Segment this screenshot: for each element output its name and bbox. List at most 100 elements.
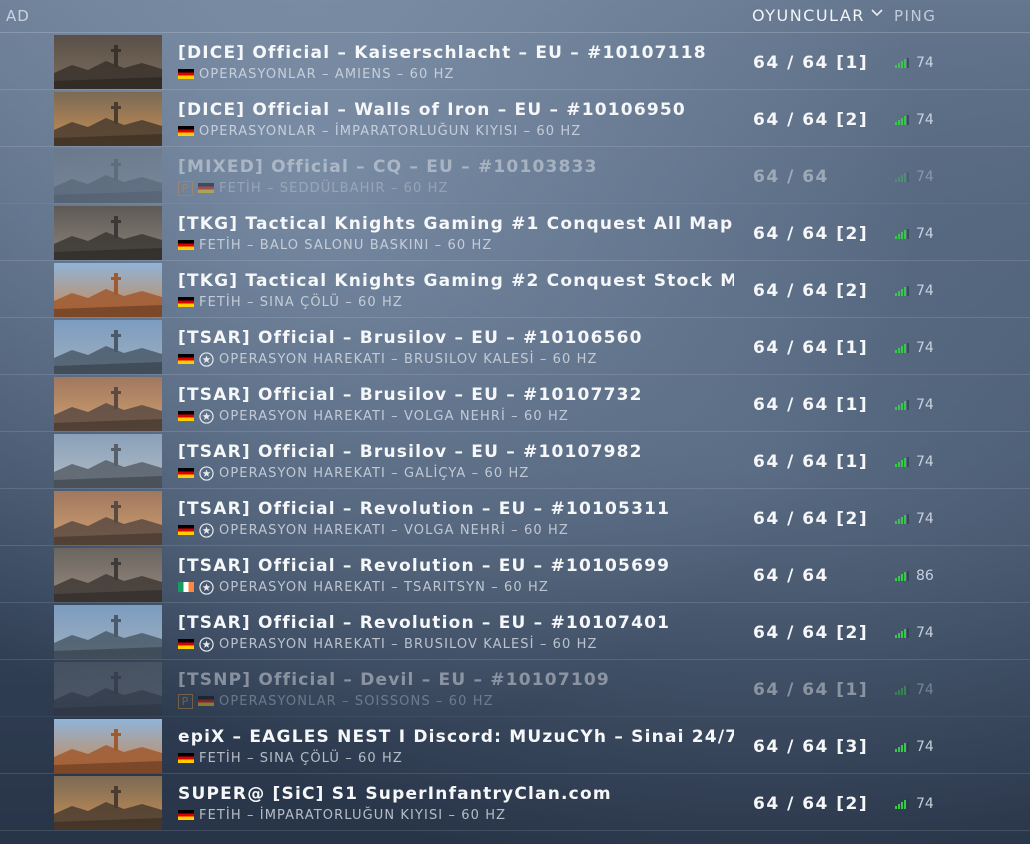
server-mode-map-text: FETİH – BALO SALONU BASKINI – 60 HZ bbox=[199, 237, 493, 253]
server-details: OPERASYON HAREKATI – TSARITSYN – 60 HZ bbox=[178, 579, 549, 595]
country-flag-icon bbox=[198, 183, 214, 193]
ping-indicator: 74 bbox=[895, 454, 934, 470]
server-title: [TKG] Tactical Knights Gaming #2 Conques… bbox=[178, 271, 734, 291]
chevron-down-icon bbox=[871, 8, 883, 16]
server-details: P FETİH – SEDDÜLBAHIR – 60 HZ bbox=[178, 180, 449, 196]
ping-indicator: 74 bbox=[895, 112, 934, 128]
star-badge-icon bbox=[199, 465, 214, 481]
country-flag-icon bbox=[178, 297, 194, 307]
player-count: 64 / 64 bbox=[753, 566, 829, 586]
player-count: 64 / 64 [2] bbox=[753, 509, 869, 529]
server-title: [TSNP] Official – Devil – EU – #10107109 bbox=[178, 670, 610, 690]
signal-bars-icon bbox=[895, 457, 909, 467]
ping-indicator: 74 bbox=[895, 682, 934, 698]
server-title: [TSAR] Official – Revolution – EU – #101… bbox=[178, 613, 671, 633]
country-flag-icon bbox=[178, 69, 194, 79]
signal-bars-icon bbox=[895, 628, 909, 638]
server-title: [TSAR] Official – Revolution – EU – #101… bbox=[178, 556, 671, 576]
server-title: [DICE] Official – Walls of Iron – EU – #… bbox=[178, 100, 686, 120]
signal-bars-icon bbox=[895, 172, 909, 182]
private-badge-icon: P bbox=[178, 180, 193, 196]
map-thumbnail bbox=[54, 263, 162, 317]
server-mode-map-text: FETİH – SEDDÜLBAHIR – 60 HZ bbox=[219, 180, 449, 196]
ping-indicator: 86 bbox=[895, 568, 934, 584]
ping-value: 74 bbox=[916, 55, 934, 71]
ping-indicator: 74 bbox=[895, 397, 934, 413]
country-flag-icon bbox=[178, 240, 194, 250]
player-count: 64 / 64 [2] bbox=[753, 224, 869, 244]
country-flag-icon bbox=[198, 696, 214, 706]
country-flag-icon bbox=[178, 810, 194, 820]
map-thumbnail bbox=[54, 206, 162, 260]
player-count: 64 / 64 [2] bbox=[753, 281, 869, 301]
ping-value: 86 bbox=[916, 568, 934, 584]
ping-value: 74 bbox=[916, 454, 934, 470]
server-details: FETİH – BALO SALONU BASKINI – 60 HZ bbox=[178, 237, 492, 253]
server-row[interactable]: [MIXED] Official – CQ – EU – #10103833 P F… bbox=[0, 147, 1030, 204]
column-players-header[interactable]: OYUNCULAR bbox=[752, 6, 883, 25]
signal-bars-icon bbox=[895, 115, 909, 125]
server-title: [DICE] Official – Kaiserschlacht – EU – … bbox=[178, 43, 707, 63]
server-row[interactable]: [TSAR] Official – Brusilov – EU – #10107… bbox=[0, 375, 1030, 432]
server-row[interactable]: [TSAR] Official – Revolution – EU – #101… bbox=[0, 489, 1030, 546]
ping-value: 74 bbox=[916, 739, 934, 755]
player-count: 64 / 64 [2] bbox=[753, 794, 869, 814]
column-ping-header[interactable]: PING bbox=[894, 7, 936, 25]
server-row[interactable]: [TKG] Tactical Knights Gaming #2 Conques… bbox=[0, 261, 1030, 318]
ping-value: 74 bbox=[916, 682, 934, 698]
signal-bars-icon bbox=[895, 799, 909, 809]
star-badge-icon bbox=[199, 351, 214, 367]
ping-indicator: 74 bbox=[895, 226, 934, 242]
map-thumbnail bbox=[54, 662, 162, 716]
server-row[interactable]: [TSAR] Official – Revolution – EU – #101… bbox=[0, 546, 1030, 603]
ping-value: 74 bbox=[916, 397, 934, 413]
star-badge-icon bbox=[199, 522, 214, 538]
server-details: P OPERASYONLAR – SOISSONS – 60 HZ bbox=[178, 693, 494, 709]
signal-bars-icon bbox=[895, 685, 909, 695]
server-details: OPERASYONLAR – İMPARATORLUĞUN KIYISI – 6… bbox=[178, 123, 581, 139]
server-row[interactable]: [DICE] Official – Kaiserschlacht – EU – … bbox=[0, 33, 1030, 90]
server-row[interactable]: [TSAR] Official – Brusilov – EU – #10107… bbox=[0, 432, 1030, 489]
private-badge-icon: P bbox=[178, 693, 193, 709]
star-badge-icon bbox=[199, 636, 214, 652]
map-thumbnail bbox=[54, 35, 162, 89]
server-details: OPERASYONLAR – AMIENS – 60 HZ bbox=[178, 66, 455, 82]
ping-indicator: 74 bbox=[895, 283, 934, 299]
server-mode-map-text: OPERASYON HAREKATI – VOLGA NEHRİ – 60 HZ bbox=[219, 522, 569, 538]
server-row[interactable]: [DICE] Official – Walls of Iron – EU – #… bbox=[0, 90, 1030, 147]
server-row[interactable]: [TSAR] Official – Brusilov – EU – #10106… bbox=[0, 318, 1030, 375]
country-flag-icon bbox=[178, 753, 194, 763]
player-count: 64 / 64 [2] bbox=[753, 110, 869, 130]
server-row[interactable]: SUPER@ [SiC] S1 SuperInfantryClan.com FET… bbox=[0, 774, 1030, 831]
star-badge-icon bbox=[199, 579, 214, 595]
map-thumbnail bbox=[54, 491, 162, 545]
ping-indicator: 74 bbox=[895, 55, 934, 71]
server-mode-map-text: OPERASYONLAR – İMPARATORLUĞUN KIYISI – 6… bbox=[199, 123, 582, 139]
ping-value: 74 bbox=[916, 340, 934, 356]
ping-value: 74 bbox=[916, 283, 934, 299]
ping-value: 74 bbox=[916, 226, 934, 242]
player-count: 64 / 64 [1] bbox=[753, 53, 869, 73]
server-title: [TSAR] Official – Revolution – EU – #101… bbox=[178, 499, 671, 519]
country-flag-icon bbox=[178, 126, 194, 136]
map-thumbnail bbox=[54, 377, 162, 431]
server-mode-map-text: OPERASYONLAR – AMIENS – 60 HZ bbox=[199, 66, 455, 82]
signal-bars-icon bbox=[895, 400, 909, 410]
ping-value: 74 bbox=[916, 511, 934, 527]
column-name-header[interactable]: AD bbox=[6, 7, 30, 25]
server-title: epiX – EAGLES NEST I Discord: MUzuCYh – … bbox=[178, 727, 734, 747]
map-thumbnail bbox=[54, 776, 162, 830]
server-row[interactable]: [TSNP] Official – Devil – EU – #10107109… bbox=[0, 660, 1030, 717]
player-count: 64 / 64 [1] bbox=[753, 395, 869, 415]
player-count: 64 / 64 [3] bbox=[753, 737, 869, 757]
map-thumbnail bbox=[54, 548, 162, 602]
country-flag-icon bbox=[178, 411, 194, 421]
server-row[interactable]: [TKG] Tactical Knights Gaming #1 Conques… bbox=[0, 204, 1030, 261]
server-details: OPERASYON HAREKATI – GALİÇYA – 60 HZ bbox=[178, 465, 529, 481]
server-mode-map-text: FETİH – SINA ÇÖLÜ – 60 HZ bbox=[199, 750, 403, 766]
map-thumbnail bbox=[54, 434, 162, 488]
server-row[interactable]: [TSAR] Official – Revolution – EU – #101… bbox=[0, 603, 1030, 660]
server-mode-map-text: FETİH – SINA ÇÖLÜ – 60 HZ bbox=[199, 294, 403, 310]
server-row[interactable]: epiX – EAGLES NEST I Discord: MUzuCYh – … bbox=[0, 717, 1030, 774]
server-details: OPERASYON HAREKATI – BRUSILOV KALESİ – 6… bbox=[178, 351, 598, 367]
